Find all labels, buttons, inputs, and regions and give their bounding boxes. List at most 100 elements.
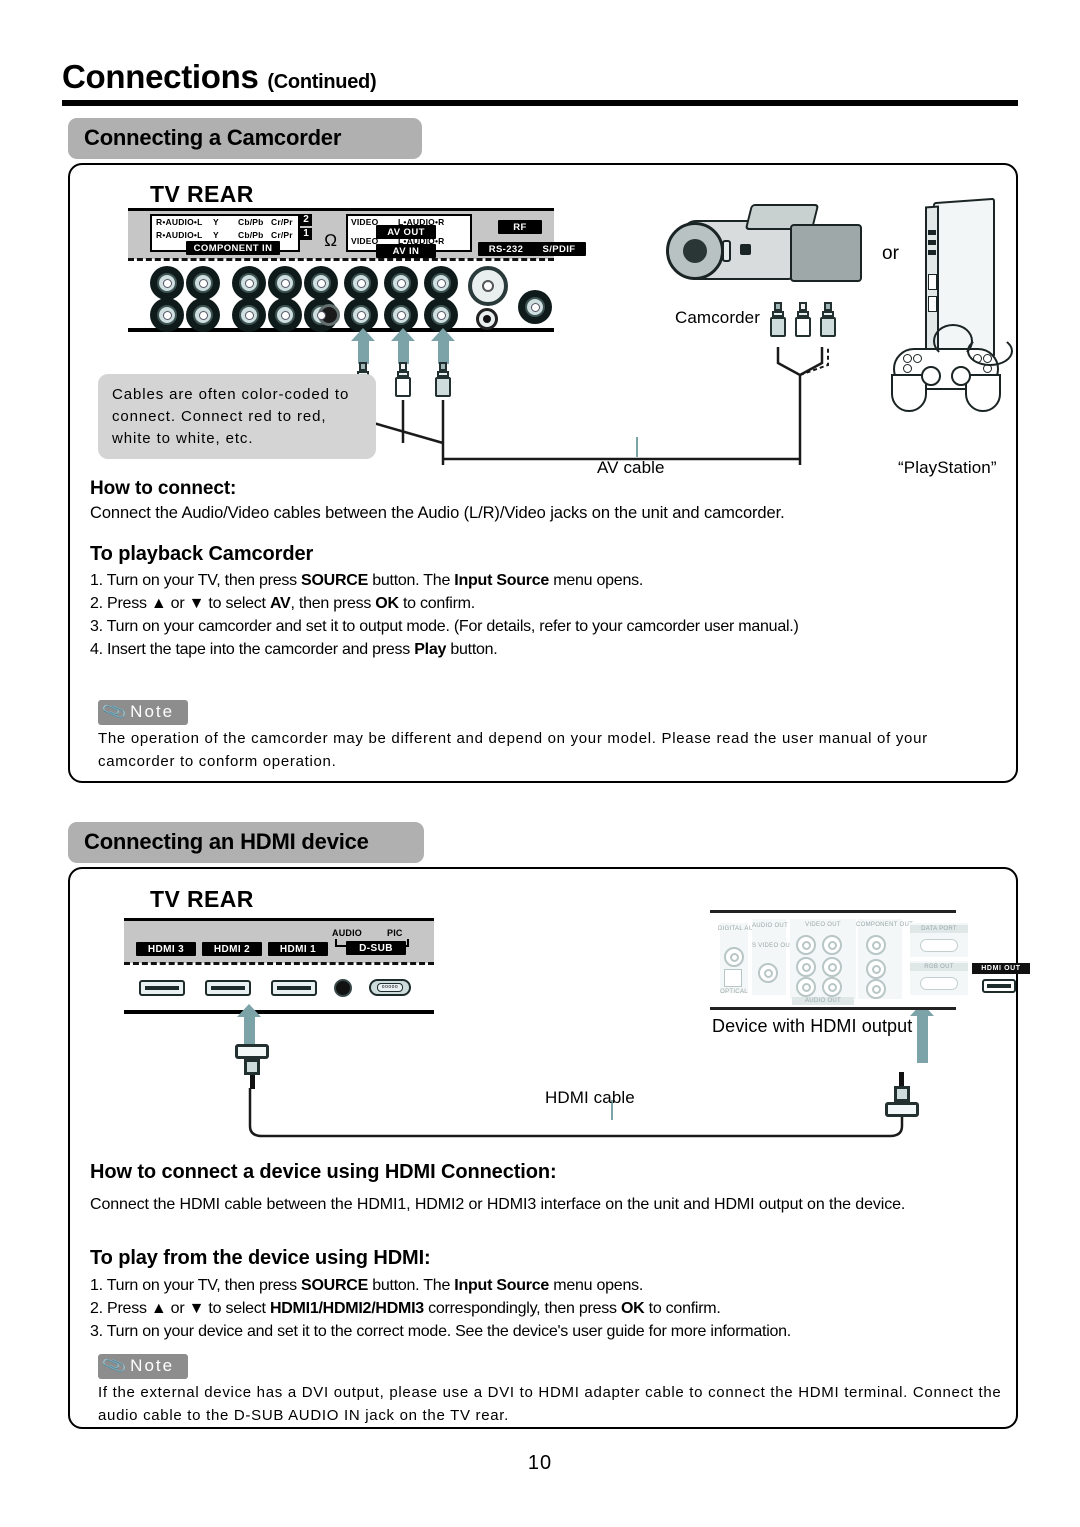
device-jack-pr [866, 979, 886, 999]
spdif-label: S/PDIF [532, 242, 586, 256]
component-y-label-2: Y [213, 217, 219, 227]
camcorder-plug-audio-r [820, 302, 836, 337]
component-cb-label-1: Cb/Pb [238, 230, 264, 240]
camcorder-steps-list: 1. Turn on your TV, then press SOURCE bu… [90, 572, 799, 664]
jack-component1-audio-l [186, 298, 220, 332]
note-badge-text: Note [130, 702, 175, 721]
optical-label: OPTICAL [720, 989, 748, 995]
tv-rear-jack-panel: R•AUDIO•L Y Cb/Pb Cr/Pr 2 R•AUDIO•L Y Cb… [128, 208, 586, 332]
audio-out-label: AUDIO OUT [752, 923, 789, 929]
arrow-to-av-in-audio-r [431, 328, 455, 364]
step-emphasis: HDMI1/HDMI2/HDMI3 [269, 1300, 424, 1317]
step-number: 4. [90, 641, 108, 658]
hdmi-plug-tv-side [235, 1044, 269, 1089]
step-text: button. The [368, 572, 455, 589]
hdmi-how-to-connect-body: Connect the HDMI cable between the HDMI1… [90, 1196, 906, 1213]
device-port-hdmi-out [982, 979, 1016, 993]
step-text: ▲ [150, 595, 167, 612]
step-text: Turn on your camcorder and set it to out… [106, 618, 799, 635]
jack-component1-audio-r [150, 298, 184, 332]
step-item: 2. Press ▲ or ▼ to select AV, then press… [90, 595, 799, 613]
step-item: 4. Insert the tape into the camcorder an… [90, 641, 799, 659]
device-jack-optical [724, 969, 742, 987]
hdmi-panel-bottom-edge [124, 1010, 434, 1014]
step-number: 1. [90, 1277, 107, 1294]
jack-component2-audio-l [186, 266, 220, 300]
dsub-label: D-SUB [346, 941, 406, 955]
jack-av-in-video [344, 298, 378, 332]
jack-component2-cr [304, 266, 338, 300]
step-emphasis: SOURCE [301, 1277, 368, 1294]
tv-rear-caption-camcorder: TV REAR [150, 181, 254, 207]
step-emphasis: AV [269, 595, 291, 612]
jack-av-in-audio-l [384, 298, 418, 332]
jack-spdif [518, 290, 552, 324]
step-text: Insert the tape into the camcorder and p… [107, 641, 415, 658]
page-title-continued: (Continued) [267, 71, 377, 93]
camcorder-plug-video [770, 302, 786, 337]
cable-color-callout: Cables are often color-coded to connect.… [98, 374, 376, 460]
tv-rear-caption-hdmi: TV REAR [150, 886, 254, 912]
step-item: 1. Turn on your TV, then press SOURCE bu… [90, 572, 799, 590]
page-title: Connections (Continued) [62, 58, 377, 96]
component-in-label: COMPONENT IN [186, 241, 280, 255]
note-text-hdmi: If the external device has a DVI output,… [98, 1384, 1002, 1424]
paperclip-icon: 📎 [100, 698, 130, 726]
step-text: or [166, 1300, 189, 1317]
port-hdmi3 [139, 980, 185, 996]
step-number: 2. [90, 595, 108, 612]
step-item: 1. Turn on your TV, then press SOURCE bu… [90, 1277, 791, 1295]
note-badge-hdmi: 📎Note [98, 1352, 189, 1380]
step-text: to select [204, 1300, 270, 1317]
rca-plug-audio-r [435, 362, 451, 397]
step-text: button. The [368, 1277, 455, 1294]
step-emphasis: SOURCE [301, 572, 368, 589]
port-hdmi2 [205, 980, 251, 996]
device-hdmi-output-label: Device with HDMI output [712, 1016, 913, 1036]
av-in-label: AV IN [376, 244, 436, 258]
hdmi-steps-list: 1. Turn on your TV, then press SOURCE bu… [90, 1277, 791, 1346]
hdmi-cable-label: HDMI cable [545, 1088, 635, 1107]
audio-out-bottom-label: AUDIO OUT [792, 997, 854, 1005]
hdmi3-label: HDMI 3 [136, 942, 196, 956]
component-input-2-number: 2 [300, 214, 312, 226]
hdmi-panel-dashed-separator [124, 962, 434, 965]
digital-audio-out-label: DIGITAL AUDIO OUT [718, 926, 781, 932]
step-item: 2. Press ▲ or ▼ to select HDMI1/HDMI2/HD… [90, 1300, 791, 1318]
step-text: to confirm. [398, 595, 475, 612]
component-y-label-1: Y [213, 230, 219, 240]
component-audio-label-2: R•AUDIO•L [156, 217, 203, 227]
note-badge-text-hdmi: Note [130, 1356, 175, 1375]
port-hdmi1 [271, 980, 317, 996]
jack-component1-cb [268, 298, 302, 332]
step-number: 2. [90, 1300, 108, 1317]
page-title-main: Connections [62, 58, 259, 95]
playback-camcorder-heading: To playback Camcorder [90, 543, 314, 565]
device-jack-video-1 [796, 935, 816, 955]
jack-rf-antenna [468, 266, 508, 306]
port-dsub: ooooo [369, 979, 411, 996]
audio-label: AUDIO [332, 928, 362, 938]
step-text: ▼ [188, 595, 205, 612]
paperclip-icon-hdmi: 📎 [100, 1352, 130, 1380]
device-jack-audio-r2 [822, 977, 842, 997]
hdmi-plug-device-side [885, 1072, 919, 1117]
device-port-data [920, 939, 958, 952]
jack-av-out-audio-r [424, 266, 458, 300]
jack-component2-y [232, 266, 266, 300]
step-number: 1. [90, 572, 107, 589]
arrow-to-av-in-audio-l [391, 328, 415, 364]
step-emphasis: Play [414, 641, 447, 658]
note-text-camcorder: The operation of the camcorder may be di… [98, 730, 928, 770]
component-cr-label-1: Cr/Pr [271, 230, 293, 240]
jack-av-out-video [344, 266, 378, 300]
component-cb-label-2: Cb/Pb [238, 217, 264, 227]
step-emphasis: OK [375, 595, 399, 612]
step-emphasis: Input Source [454, 1277, 550, 1294]
hdmi-how-to-connect-heading: How to connect a device using HDMI Conne… [90, 1161, 557, 1183]
device-jack-audio-l1 [796, 957, 816, 977]
headphone-icon: Ω [324, 231, 338, 250]
component-input-1-number: 1 [300, 228, 312, 240]
title-divider [62, 100, 1018, 106]
how-to-connect-heading-camcorder: How to connect: [90, 478, 237, 499]
